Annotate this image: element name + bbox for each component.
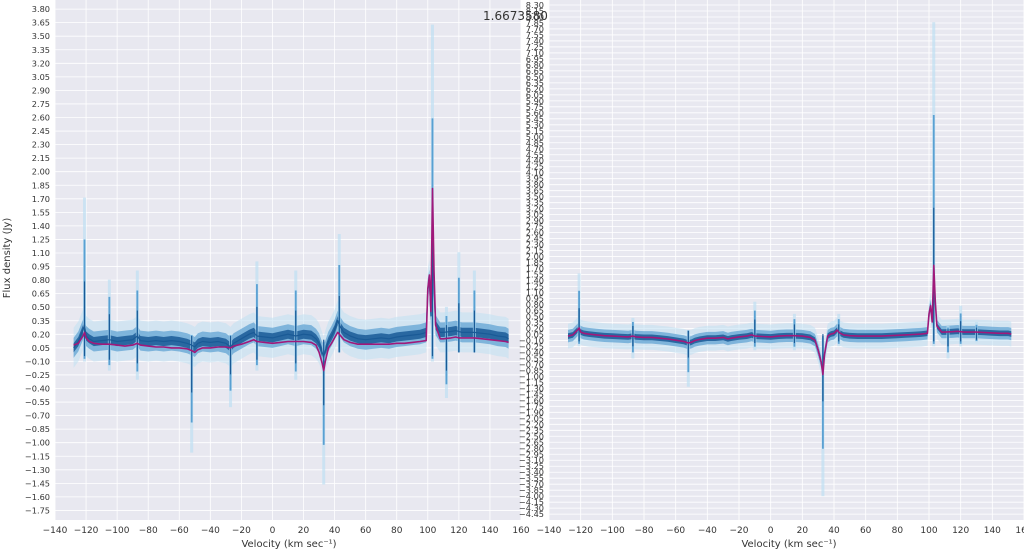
y-axis-label-left: Flux density (Jy) (2, 218, 13, 299)
y-tick-label: 0.20 (32, 329, 50, 339)
y-tick-label: 2.30 (32, 140, 50, 150)
x-tick-label: 100 (419, 526, 436, 536)
y-tick-label: 2.45 (32, 126, 50, 136)
y-tick-label: 3.50 (32, 31, 50, 41)
y-tick-label: 3.35 (32, 45, 50, 55)
x-tick-label: 80 (892, 526, 904, 536)
x-tick-label: −120 (74, 526, 99, 536)
y-tick-label: 2.60 (32, 113, 50, 123)
x-tick-label: 60 (360, 526, 372, 536)
y-tick-label: −0.10 (25, 356, 50, 366)
y-tick-label: −0.25 (25, 370, 50, 380)
x-tick-label: −140 (43, 526, 68, 536)
x-tick-label: 0 (270, 526, 276, 536)
x-tick-label: 100 (920, 526, 937, 536)
figure: 3.80 3.65 3.50 3.35 3.20 3.05 2.90 2.75 2.60 2.45… (2, 0, 1024, 550)
x-tick-label: 20 (298, 526, 310, 536)
y-tick-label: −0.85 (25, 424, 50, 434)
x-tick-label: 120 (450, 526, 467, 536)
annotation-text: 1.6673580 (483, 9, 548, 23)
y-tick-label: 1.85 (32, 180, 50, 190)
x-tick-label: −20 (730, 526, 749, 536)
plot-area-left (55, 0, 521, 520)
y-tick-label: 0.50 (32, 302, 50, 312)
y-tick-label: 3.20 (32, 58, 50, 68)
y-tick-label: 2.00 (32, 167, 50, 177)
x-tick-label: −40 (201, 526, 220, 536)
x-tick-label: 160 (512, 526, 529, 536)
x-tick-label: 40 (828, 526, 840, 536)
y-tick-label: −1.45 (25, 478, 50, 488)
x-tick-label: −80 (635, 526, 654, 536)
y-tick-label: −1.60 (25, 492, 50, 502)
x-tick-label: −100 (105, 526, 130, 536)
x-tick-label: −80 (139, 526, 158, 536)
x-tick-label: −60 (666, 526, 685, 536)
y-tick-label: 1.25 (32, 234, 50, 244)
x-tick-label: 160 (1015, 526, 1024, 536)
y-tick-label: −0.55 (25, 397, 50, 407)
x-axis-label-left: Velocity (km sec⁻¹) (241, 539, 336, 550)
y-tick-label: 2.90 (32, 85, 50, 95)
y-tick-label: −4.45 (519, 509, 544, 519)
x-tick-label: −40 (698, 526, 717, 536)
y-tick-label: 1.40 (32, 221, 50, 231)
y-tick-label: −0.70 (25, 411, 50, 421)
chart-left: 3.80 3.65 3.50 3.35 3.20 3.05 2.90 2.75 2.60 2.45… (25, 0, 530, 536)
y-tick-label: −1.15 (25, 451, 50, 461)
y-tick-label: 0.35 (32, 316, 50, 326)
y-tick-label: 0.65 (32, 289, 50, 299)
x-tick-label: 120 (952, 526, 969, 536)
y-tick-label: 1.55 (32, 207, 50, 217)
x-tick-label: 140 (984, 526, 1001, 536)
x-tick-label: 60 (860, 526, 872, 536)
x-axis-label-right: Velocity (km sec⁻¹) (741, 539, 836, 550)
y-tick-label: −1.75 (25, 505, 50, 515)
x-tick-label: −120 (568, 526, 593, 536)
y-tick-label: 1.10 (32, 248, 50, 258)
x-tick-label: −60 (170, 526, 189, 536)
x-tick-label: −140 (537, 526, 562, 536)
y-tick-label: 3.65 (32, 18, 50, 28)
y-tick-label: 3.05 (32, 72, 50, 82)
y-tick-label: 0.05 (32, 343, 50, 353)
y-tick-label: 2.75 (32, 99, 50, 109)
y-tick-label: −1.00 (25, 438, 50, 448)
x-tick-label: −100 (600, 526, 625, 536)
x-tick-label: 140 (481, 526, 498, 536)
x-tick-label: 40 (329, 526, 341, 536)
y-tick-label: 2.15 (32, 153, 50, 163)
x-tick-label: −20 (232, 526, 251, 536)
x-tick-label: 0 (768, 526, 774, 536)
chart-right: 8.308.158.007.857.707.557.407.257.106.95… (519, 0, 1024, 536)
y-tick-label: 3.80 (32, 4, 50, 14)
y-tick-label: 0.80 (32, 275, 50, 285)
x-tick-label: 20 (797, 526, 809, 536)
y-tick-label: 1.70 (32, 194, 50, 204)
y-tick-label: 0.95 (32, 262, 50, 272)
x-tick-label: 80 (391, 526, 403, 536)
y-tick-label: −0.40 (25, 384, 50, 394)
y-tick-label: −1.30 (25, 465, 50, 475)
